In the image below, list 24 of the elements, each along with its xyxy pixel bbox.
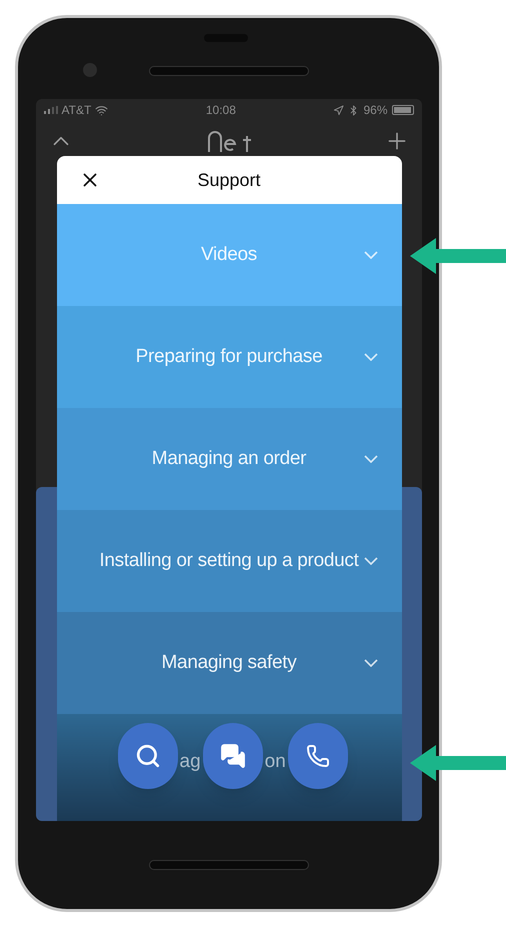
accordion-row[interactable]: Videos (56, 204, 402, 306)
clock: 10:08 (206, 102, 236, 120)
phone-icon (306, 744, 330, 768)
battery-icon (392, 105, 414, 116)
chat-icon (220, 743, 246, 770)
row-label: Managing safety (162, 651, 296, 676)
accordion-row[interactable]: Managing safety (56, 612, 402, 714)
carrier-label: AT&T (62, 102, 92, 120)
modal-title: Support (197, 168, 261, 192)
bluetooth-icon (348, 104, 360, 116)
row-label-fragment: ag (180, 750, 201, 774)
accordion-row[interactable]: Managing an order (56, 408, 402, 510)
row-label-fragment: on (264, 750, 286, 774)
logo-icon (206, 130, 250, 152)
location-icon (333, 104, 344, 116)
battery-percent: 96% (363, 102, 388, 120)
row-label: Installing or setting up a product (99, 549, 359, 574)
row-label: Managing an order (152, 447, 306, 472)
accordion-row[interactable]: Installing or setting up a product (56, 510, 402, 612)
row-label: Preparing for purchase (136, 345, 322, 370)
signal-icon (44, 106, 58, 114)
search-icon (134, 743, 160, 770)
accordion-row[interactable]: Preparing for purchase (56, 306, 402, 408)
row-label: Videos (201, 243, 257, 268)
